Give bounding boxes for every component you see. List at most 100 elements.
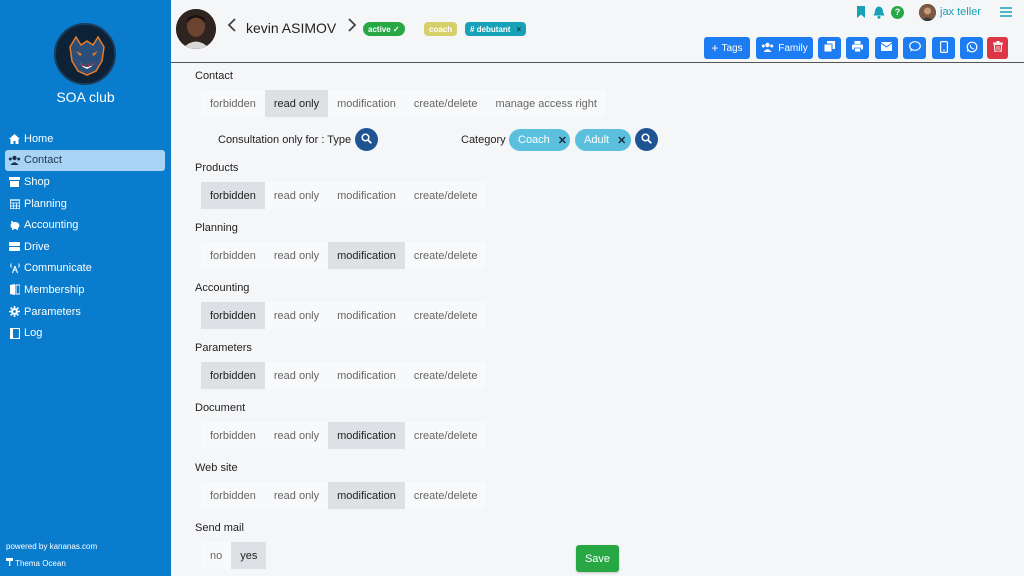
access-option-create-delete[interactable]: create/delete (405, 182, 487, 209)
access-option-create-delete[interactable]: create/delete (405, 422, 487, 449)
website-section-label: Web site (195, 462, 238, 474)
access-option-forbidden[interactable]: forbidden (201, 422, 265, 449)
access-option-create-delete[interactable]: create/delete (405, 90, 487, 117)
access-option-modification[interactable]: modification (328, 302, 405, 329)
print-button[interactable] (846, 37, 869, 59)
powered-by[interactable]: powered by kananas.com (6, 542, 97, 551)
mobile-phone-icon (939, 40, 948, 56)
sidebar-item-planning[interactable]: Planning (5, 193, 165, 215)
header-divider (171, 62, 1024, 63)
theme-selector[interactable]: Thema Ocean (6, 558, 66, 568)
sidebar-item-parameters[interactable]: Parameters (5, 301, 165, 323)
sidebar-item-communicate[interactable]: Communicate (5, 258, 165, 280)
sidebar-item-label: Log (24, 327, 43, 340)
sidebar-item-accounting[interactable]: Accounting (5, 214, 165, 236)
bookmark-icon[interactable] (856, 4, 866, 20)
chip-remove-icon[interactable]: ✕ (558, 134, 567, 147)
user-menu[interactable]: jax teller (919, 3, 981, 21)
products-section-label: Products (195, 162, 239, 174)
parameters-section-label: Parameters (195, 342, 252, 354)
gear-icon (8, 306, 21, 318)
accounting-access-selector: forbidden read only modification create/… (201, 302, 487, 329)
sidebar-item-contact[interactable]: Contact (5, 149, 165, 172)
save-button[interactable]: Save (576, 545, 619, 572)
access-option-forbidden[interactable]: forbidden (201, 362, 265, 389)
category-chip: Coach ✕ (509, 129, 570, 151)
send-mail-selector: no yes (201, 542, 267, 569)
website-access-selector: forbidden read only modification create/… (201, 482, 487, 509)
users-icon (8, 155, 21, 166)
access-option-read-only[interactable]: read only (265, 302, 328, 329)
accounting-section-label: Accounting (195, 282, 250, 294)
tags-button[interactable]: + Tags (704, 37, 750, 59)
shop-icon (8, 176, 21, 187)
access-option-read-only[interactable]: read only (264, 90, 329, 117)
category-label: Category (461, 134, 506, 146)
access-option-modification[interactable]: modification (328, 362, 405, 389)
print-icon (852, 41, 863, 55)
family-button[interactable]: Family (756, 37, 813, 59)
sms-button[interactable] (932, 37, 955, 59)
tag-remove-icon[interactable]: × (516, 25, 521, 34)
family-button-label: Family (778, 42, 808, 54)
theme-label: Thema Ocean (15, 559, 66, 568)
type-search-button[interactable] (355, 128, 378, 151)
sidebar-item-log[interactable]: Log (5, 322, 165, 344)
whatsapp-button[interactable] (960, 37, 983, 59)
access-option-forbidden[interactable]: forbidden (201, 182, 265, 209)
access-option-read-only[interactable]: read only (265, 422, 328, 449)
sidebar-item-label: Contact (24, 154, 62, 167)
plus-icon: + (711, 41, 719, 55)
document-access-selector: forbidden read only modification create/… (201, 422, 487, 449)
next-contact-chevron-icon[interactable] (347, 18, 357, 37)
sidebar-item-drive[interactable]: Drive (5, 236, 165, 258)
delete-button[interactable] (987, 37, 1008, 59)
previous-contact-chevron-icon[interactable] (227, 18, 237, 37)
piggy-bank-icon (8, 220, 21, 231)
broadcast-icon (8, 263, 21, 274)
sidebar-item-membership[interactable]: Membership (5, 279, 165, 301)
sidebar-item-label: Drive (24, 240, 50, 253)
access-option-forbidden[interactable]: forbidden (201, 482, 265, 509)
email-button[interactable] (875, 37, 898, 59)
send-mail-option-yes[interactable]: yes (231, 542, 267, 569)
consultation-only-label: Consultation only for : Type (218, 134, 352, 146)
send-mail-option-no[interactable]: no (201, 542, 231, 569)
duplicate-button[interactable] (818, 37, 841, 59)
access-option-read-only[interactable]: read only (265, 182, 328, 209)
sidebar-item-home[interactable]: Home (5, 128, 165, 150)
access-option-modification[interactable]: modification (328, 90, 405, 117)
contact-access-selector: forbidden read only modification create/… (201, 90, 606, 117)
access-option-read-only[interactable]: read only (265, 482, 328, 509)
access-option-forbidden[interactable]: forbidden (201, 90, 265, 117)
chip-remove-icon[interactable]: ✕ (617, 134, 626, 147)
access-option-modification[interactable]: modification (328, 422, 405, 449)
access-option-forbidden[interactable]: forbidden (201, 242, 265, 269)
bell-icon[interactable] (873, 4, 885, 20)
sidebar-item-shop[interactable]: Shop (5, 171, 165, 193)
access-option-manage-access-right[interactable]: manage access right (486, 90, 606, 117)
status-badge[interactable]: active ✓ (363, 22, 405, 36)
access-option-read-only[interactable]: read only (265, 362, 328, 389)
club-name: SOA club (56, 89, 115, 105)
access-option-create-delete[interactable]: create/delete (405, 482, 487, 509)
access-option-read-only[interactable]: read only (265, 242, 328, 269)
contact-name: kevin ASIMOV (246, 20, 337, 36)
access-option-modification[interactable]: modification (328, 182, 405, 209)
sidebar-item-label: Communicate (24, 262, 92, 275)
users-icon (761, 42, 774, 55)
access-option-modification[interactable]: modification (328, 482, 405, 509)
category-search-button[interactable] (635, 128, 658, 151)
access-option-forbidden[interactable]: forbidden (201, 302, 265, 329)
search-icon (641, 132, 652, 147)
chip-label: Coach (518, 134, 550, 146)
access-option-create-delete[interactable]: create/delete (405, 362, 487, 389)
comment-button[interactable] (903, 37, 926, 59)
access-option-create-delete[interactable]: create/delete (405, 242, 487, 269)
tag-badge: # debutant × (465, 22, 527, 36)
help-icon[interactable]: ? (891, 4, 904, 20)
access-option-create-delete[interactable]: create/delete (405, 302, 487, 329)
search-icon (361, 132, 372, 147)
hamburger-menu-icon[interactable] (1000, 4, 1012, 20)
access-option-modification[interactable]: modification (328, 242, 405, 269)
